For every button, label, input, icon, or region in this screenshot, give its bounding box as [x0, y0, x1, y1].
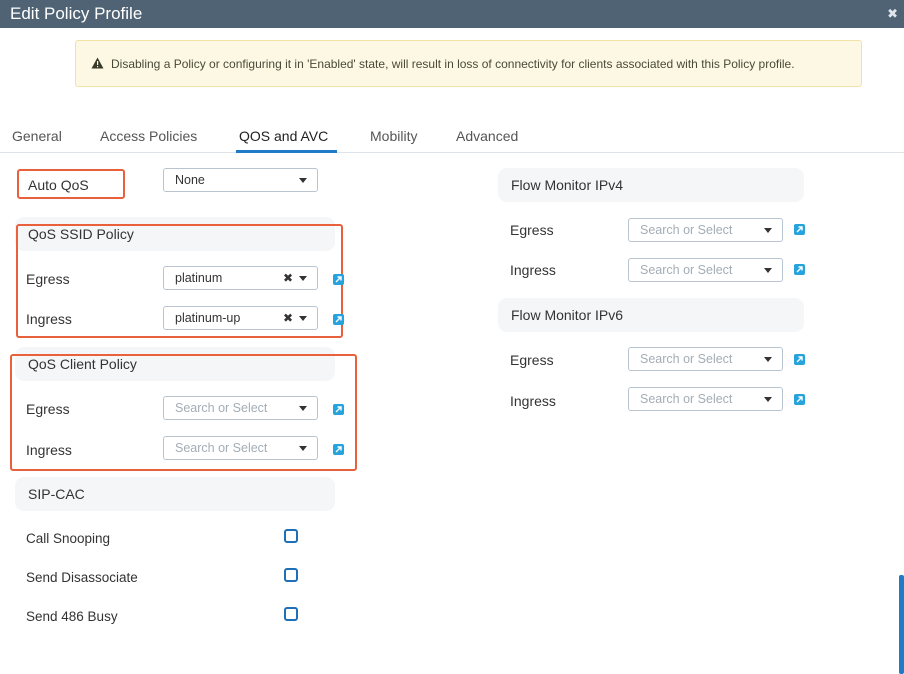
tab-mobility[interactable]: Mobility [370, 128, 417, 144]
tab-access-policies[interactable]: Access Policies [100, 128, 197, 144]
tab-bar: General Access Policies QOS and AVC Mobi… [0, 120, 904, 153]
flow-ipv4-title: Flow Monitor IPv4 [511, 177, 624, 193]
external-link-icon[interactable] [794, 224, 805, 235]
qos-client-egress-select[interactable]: Search or Select [163, 396, 318, 420]
chevron-down-icon [764, 268, 772, 273]
auto-qos-select[interactable]: None [163, 168, 318, 192]
call-snooping-checkbox[interactable] [284, 529, 298, 543]
flow-ipv4-egress-placeholder: Search or Select [640, 223, 733, 237]
scrollbar[interactable] [899, 575, 904, 674]
external-link-icon[interactable] [333, 274, 344, 285]
clear-icon[interactable]: ✖ [283, 271, 293, 285]
flow-ipv4-ingress-label: Ingress [510, 262, 556, 278]
qos-ssid-ingress-select[interactable]: platinum-up ✖ [163, 306, 318, 330]
chevron-down-icon [299, 178, 307, 183]
qos-ssid-egress-label: Egress [26, 271, 70, 287]
chevron-down-icon [764, 228, 772, 233]
flow-ipv4-header: Flow Monitor IPv4 [498, 168, 804, 202]
qos-client-ingress-label: Ingress [26, 442, 72, 458]
chevron-down-icon [299, 316, 307, 321]
external-link-icon[interactable] [333, 404, 344, 415]
external-link-icon[interactable] [794, 264, 805, 275]
title-bar: Edit Policy Profile ✖ [0, 0, 904, 28]
flow-ipv6-egress-label: Egress [510, 352, 554, 368]
qos-client-egress-placeholder: Search or Select [175, 401, 268, 415]
qos-ssid-ingress-label: Ingress [26, 311, 72, 327]
qos-ssid-ingress-value: platinum-up [175, 311, 241, 325]
clear-icon[interactable]: ✖ [283, 311, 293, 325]
send-486-busy-checkbox[interactable] [284, 607, 298, 621]
external-link-icon[interactable] [333, 314, 344, 325]
flow-ipv6-title: Flow Monitor IPv6 [511, 307, 624, 323]
external-link-icon[interactable] [794, 354, 805, 365]
send-disassociate-label: Send Disassociate [26, 570, 138, 585]
flow-ipv6-header: Flow Monitor IPv6 [498, 298, 804, 332]
warning-alert: Disabling a Policy or configuring it in … [75, 40, 862, 87]
flow-ipv4-egress-select[interactable]: Search or Select [628, 218, 783, 242]
close-icon[interactable]: ✖ [887, 6, 898, 22]
flow-ipv6-egress-select[interactable]: Search or Select [628, 347, 783, 371]
qos-client-egress-label: Egress [26, 401, 70, 417]
flow-ipv4-egress-label: Egress [510, 222, 554, 238]
qos-client-ingress-select[interactable]: Search or Select [163, 436, 318, 460]
chevron-down-icon [299, 406, 307, 411]
auto-qos-label: Auto QoS [28, 177, 89, 193]
flow-ipv4-ingress-select[interactable]: Search or Select [628, 258, 783, 282]
send-486-busy-label: Send 486 Busy [26, 609, 118, 624]
tab-general[interactable]: General [12, 128, 62, 144]
chevron-down-icon [764, 357, 772, 362]
qos-client-ingress-placeholder: Search or Select [175, 441, 268, 455]
flow-ipv6-ingress-label: Ingress [510, 393, 556, 409]
tab-qos-and-avc[interactable]: QOS and AVC [239, 128, 328, 144]
sip-cac-header: SIP-CAC [15, 477, 335, 511]
tab-advanced[interactable]: Advanced [456, 128, 518, 144]
active-tab-indicator [236, 150, 337, 153]
flow-ipv6-ingress-select[interactable]: Search or Select [628, 387, 783, 411]
sip-cac-title: SIP-CAC [28, 486, 85, 502]
flow-ipv6-ingress-placeholder: Search or Select [640, 392, 733, 406]
external-link-icon[interactable] [333, 444, 344, 455]
alert-text: Disabling a Policy or configuring it in … [111, 57, 795, 71]
warning-icon [91, 57, 104, 69]
send-disassociate-checkbox[interactable] [284, 568, 298, 582]
flow-ipv6-egress-placeholder: Search or Select [640, 352, 733, 366]
chevron-down-icon [299, 276, 307, 281]
auto-qos-value: None [175, 173, 205, 187]
external-link-icon[interactable] [794, 394, 805, 405]
dialog-title: Edit Policy Profile [10, 4, 143, 23]
flow-ipv4-ingress-placeholder: Search or Select [640, 263, 733, 277]
chevron-down-icon [764, 397, 772, 402]
chevron-down-icon [299, 446, 307, 451]
call-snooping-label: Call Snooping [26, 531, 111, 546]
qos-ssid-egress-value: platinum [175, 271, 223, 285]
qos-ssid-egress-select[interactable]: platinum ✖ [163, 266, 318, 290]
